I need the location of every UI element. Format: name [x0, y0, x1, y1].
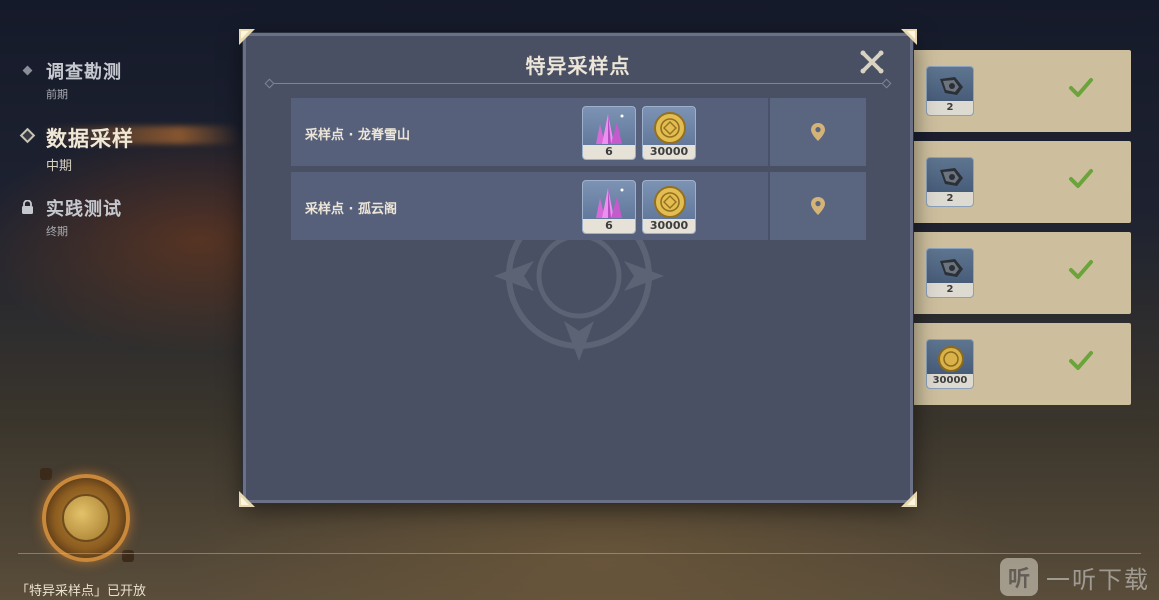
reward-row: 30000 [905, 323, 1131, 405]
special-sampling-dialog: 特异采样点 采样点 · 龙脊雪山 6 30000 采样点 · 孤云阁 6 300… [239, 29, 917, 507]
list-item: 采样点 · 孤云阁 6 30000 [291, 172, 866, 240]
locate-button[interactable] [768, 98, 866, 166]
reward-qty: 2 [927, 283, 973, 297]
divider [18, 553, 1141, 554]
item-qty: 6 [583, 145, 635, 159]
close-icon[interactable] [858, 48, 886, 76]
lock-icon [20, 199, 34, 214]
crystal-icon[interactable]: 6 [582, 106, 636, 160]
site-watermark: 听 一听下载 [1000, 558, 1150, 596]
site-name: 采样点 · 龙脊雪山 [305, 128, 410, 143]
reward-row: 2 [905, 141, 1131, 223]
site-name: 采样点 · 孤云阁 [305, 202, 397, 217]
item-qty: 6 [583, 219, 635, 233]
crystal-icon[interactable]: 6 [582, 180, 636, 234]
gear-material-icon: 2 [926, 66, 974, 116]
locate-button[interactable] [768, 172, 866, 240]
check-icon [1069, 78, 1093, 97]
list-item: 采样点 · 龙脊雪山 6 30000 [291, 98, 866, 166]
nav-item-title: 调查勘测 [46, 62, 122, 83]
reward-qty: 2 [927, 101, 973, 115]
corner-ornament-icon [239, 491, 255, 507]
sampling-site-list: 采样点 · 龙脊雪山 6 30000 采样点 · 孤云阁 6 30000 [291, 98, 866, 246]
open-notice: 「特异采样点」已开放 [16, 584, 147, 599]
brand-name: 一听下载 [1046, 565, 1150, 594]
check-icon [1069, 169, 1093, 188]
dialog-title: 特异采样点 [525, 54, 631, 78]
map-pin-icon [811, 123, 825, 141]
item-qty: 30000 [643, 219, 695, 233]
reward-qty: 2 [927, 192, 973, 206]
mora-coin-icon[interactable]: 30000 [642, 180, 696, 234]
check-icon [1069, 351, 1093, 370]
mora-coin-icon[interactable]: 30000 [642, 106, 696, 160]
brand-logo: 听 [1000, 558, 1038, 596]
nav-item-subtitle: 前期 [46, 88, 68, 101]
corner-ornament-icon [901, 29, 917, 45]
map-pin-icon [811, 197, 825, 215]
corner-ornament-icon [901, 491, 917, 507]
nav-item-sampling[interactable]: 数据采样 中期 [19, 123, 134, 174]
event-emblem-icon [38, 466, 138, 562]
nav-item-title: 数据采样 [46, 127, 134, 151]
diamond-icon [19, 127, 35, 143]
reward-row: 2 [905, 50, 1131, 132]
gear-material-icon: 2 [926, 248, 974, 298]
mora-coin-icon: 30000 [926, 339, 974, 389]
title-divider [264, 78, 892, 89]
nav-item-testing[interactable]: 实践测试 终期 [20, 195, 122, 239]
item-qty: 30000 [643, 145, 695, 159]
diamond-icon [20, 63, 34, 77]
check-icon [1069, 260, 1093, 279]
nav-item-subtitle: 终期 [46, 225, 68, 238]
gear-material-icon: 2 [926, 157, 974, 207]
reward-qty: 30000 [927, 374, 973, 388]
reward-row: 2 [905, 232, 1131, 314]
nav-item-subtitle: 中期 [46, 159, 73, 174]
nav-item-survey[interactable]: 调查勘测 前期 [20, 58, 122, 102]
nav-item-title: 实践测试 [46, 199, 122, 220]
corner-ornament-icon [239, 29, 255, 45]
